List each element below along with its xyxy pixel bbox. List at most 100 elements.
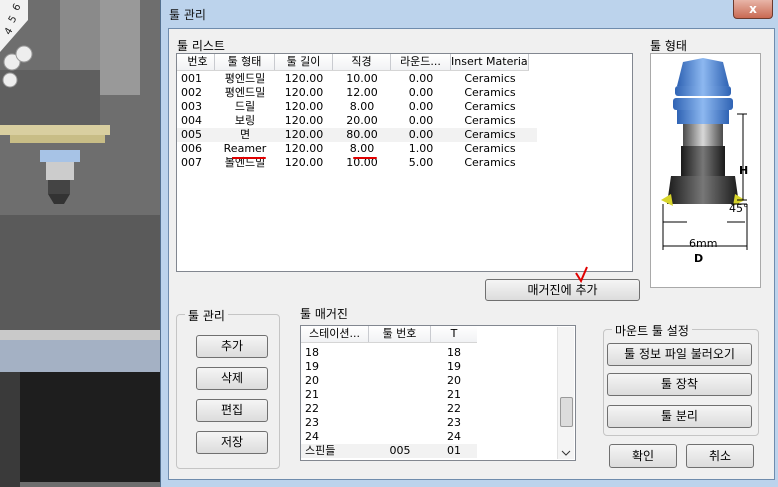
cell-tool-number [369, 388, 431, 402]
cell-tool-type: 드릴 [234, 100, 256, 113]
cell-insert-material: Ceramics [464, 142, 516, 155]
ok-button[interactable]: 확인 [609, 444, 677, 468]
tool-list[interactable]: 번호 툴 형태 툴 길이 직경 라운드... Insert Material 0… [176, 53, 633, 272]
column-header-insert-material[interactable]: Insert Material [451, 54, 529, 70]
dimension-d-label: D [694, 252, 704, 265]
cell-insert-material: Ceramics [464, 128, 516, 141]
close-button[interactable]: x [733, 0, 773, 19]
column-header-number[interactable]: 번호 [177, 54, 215, 70]
cell-t: 24 [447, 430, 461, 443]
magazine-list-header: 스테이션... 툴 번호 T [301, 326, 477, 343]
annotation-checkmark [575, 266, 588, 284]
mount-tool-settings-label: 마운트 툴 설정 [612, 322, 692, 339]
cell-insert-material: Ceramics [464, 114, 516, 127]
cell-insert-material: Ceramics [464, 86, 516, 99]
dimension-width-label: 6mm [689, 237, 718, 250]
mount-tool-button[interactable]: 툴 장착 [607, 373, 752, 396]
column-header-tool-type[interactable]: 툴 형태 [215, 54, 275, 70]
viewport-background: 4 5 6 [0, 0, 170, 487]
column-header-station[interactable]: 스테이션... [301, 326, 369, 342]
cell-tool-length: 120.00 [284, 114, 324, 127]
tool-magazine-label: 툴 매거진 [300, 307, 348, 321]
list-item[interactable]: 22 22 [301, 402, 477, 416]
edit-button[interactable]: 편집 [196, 399, 268, 422]
cell-station: 18 [305, 346, 319, 359]
table-row[interactable]: 001 평엔드밀 120.00 10.00 0.00 Ceramics [177, 72, 529, 86]
annotation-underline [232, 157, 266, 159]
cell-round: 0.00 [408, 100, 434, 113]
window-title: 툴 관리 [169, 8, 206, 22]
tool-management-dialog: 툴 관리 x 툴 리스트 번호 툴 형태 툴 길이 직경 라운드... Inse… [160, 0, 778, 487]
table-row[interactable]: 003 드릴 120.00 8.00 0.00 Ceramics [177, 100, 529, 114]
cell-tool-number [369, 360, 431, 374]
cell-t: 22 [447, 402, 461, 415]
cell-round: 0.00 [408, 128, 434, 141]
cell-tool-length: 120.00 [284, 156, 324, 169]
scrollbar-thumb[interactable] [560, 397, 573, 427]
cell-tool-number [369, 402, 431, 416]
load-tool-info-file-button[interactable]: 툴 정보 파일 불러오기 [607, 343, 752, 366]
cell-station: 21 [305, 388, 319, 401]
cell-tool-length: 120.00 [284, 142, 324, 155]
column-header-round[interactable]: 라운드... [391, 54, 451, 70]
cell-station: 스핀들 [305, 444, 336, 457]
tool-shape-preview: H 45° 6mm D [650, 53, 761, 288]
delete-button[interactable]: 삭제 [196, 367, 268, 390]
tool-list-label: 툴 리스트 [177, 39, 225, 53]
list-item-spindle[interactable]: 스핀들 005 01 [301, 444, 477, 458]
add-button[interactable]: 추가 [196, 335, 268, 358]
column-header-tool-length[interactable]: 툴 길이 [275, 54, 333, 70]
cell-t: 21 [447, 388, 461, 401]
table-row-selected[interactable]: 005 면 120.00 80.00 0.00 Ceramics [177, 128, 537, 142]
cell-diameter: 10.00 [346, 72, 378, 85]
cell-number: 005 [181, 128, 202, 141]
cell-station: 23 [305, 416, 319, 429]
column-header-tool-number[interactable]: 툴 번호 [369, 326, 431, 342]
list-item[interactable]: 20 20 [301, 374, 477, 388]
cell-tool-type: 평엔드밀 [224, 72, 266, 85]
cell-round: 0.00 [408, 86, 434, 99]
cell-diameter: 8.00 [349, 142, 375, 155]
column-header-t[interactable]: T [431, 326, 477, 342]
cell-number: 003 [181, 100, 202, 113]
list-item[interactable]: 24 24 [301, 430, 477, 444]
list-item[interactable]: 23 23 [301, 416, 477, 430]
list-item[interactable]: 21 21 [301, 388, 477, 402]
dimension-angle-label: 45° [729, 202, 749, 215]
cell-t: 19 [447, 360, 461, 373]
table-row[interactable]: 006 Reamer 120.00 8.00 1.00 Ceramics [177, 142, 529, 156]
unmount-tool-button[interactable]: 툴 분리 [607, 405, 752, 428]
cell-diameter: 80.00 [346, 128, 378, 141]
table-row[interactable]: 004 보링 120.00 20.00 0.00 Ceramics [177, 114, 529, 128]
column-header-diameter[interactable]: 직경 [333, 54, 391, 70]
cell-station: 24 [305, 430, 319, 443]
cell-round: 1.00 [408, 142, 434, 155]
cell-round: 0.00 [408, 72, 434, 85]
tool-management-label: 툴 관리 [185, 307, 228, 324]
magazine-scrollbar[interactable] [557, 327, 574, 459]
cell-tool-number [369, 430, 431, 444]
cell-tool-number: 005 [389, 444, 411, 457]
cell-tool-type: Reamer [223, 142, 267, 155]
cell-station: 20 [305, 374, 319, 387]
add-to-magazine-button[interactable]: 매거진에 추가 [485, 279, 640, 301]
table-row[interactable]: 002 평엔드밀 120.00 12.00 0.00 Ceramics [177, 86, 529, 100]
dimension-h-label: H [739, 164, 749, 177]
tool-shape-label: 툴 형태 [650, 39, 687, 53]
tool-magazine-list[interactable]: 스테이션... 툴 번호 T 18 18 19 19 20 20 21 21 2… [300, 325, 576, 461]
list-item[interactable]: 18 18 [301, 346, 477, 360]
cell-diameter: 20.00 [346, 114, 378, 127]
title-bar[interactable]: 툴 관리 x [161, 0, 778, 28]
cell-number: 002 [181, 86, 202, 99]
cell-diameter: 8.00 [349, 100, 375, 113]
cell-tool-number [369, 416, 431, 430]
list-item[interactable]: 19 19 [301, 360, 477, 374]
cancel-button[interactable]: 취소 [686, 444, 754, 468]
cell-tool-number [369, 374, 431, 388]
cell-insert-material: Ceramics [464, 156, 516, 169]
scroll-down-icon[interactable] [561, 449, 571, 457]
save-button[interactable]: 저장 [196, 431, 268, 454]
machine-model-graphic [0, 0, 170, 487]
tool-list-header: 번호 툴 형태 툴 길이 직경 라운드... Insert Material [177, 54, 529, 71]
cell-number: 001 [181, 72, 202, 85]
